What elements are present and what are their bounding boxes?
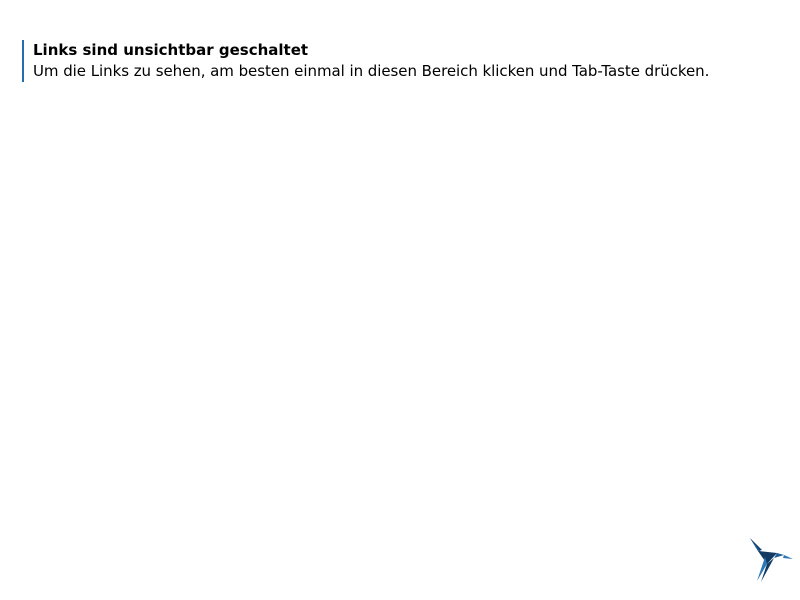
notice-title: Links sind unsichtbar geschaltet <box>33 41 309 59</box>
hummingbird-icon <box>750 538 793 582</box>
hidden-links-notice: Links sind unsichtbar geschaltet Um die … <box>22 40 782 82</box>
hummingbird-logo <box>746 536 794 584</box>
notice-text: Um die Links zu sehen, am besten einmal … <box>33 62 710 80</box>
